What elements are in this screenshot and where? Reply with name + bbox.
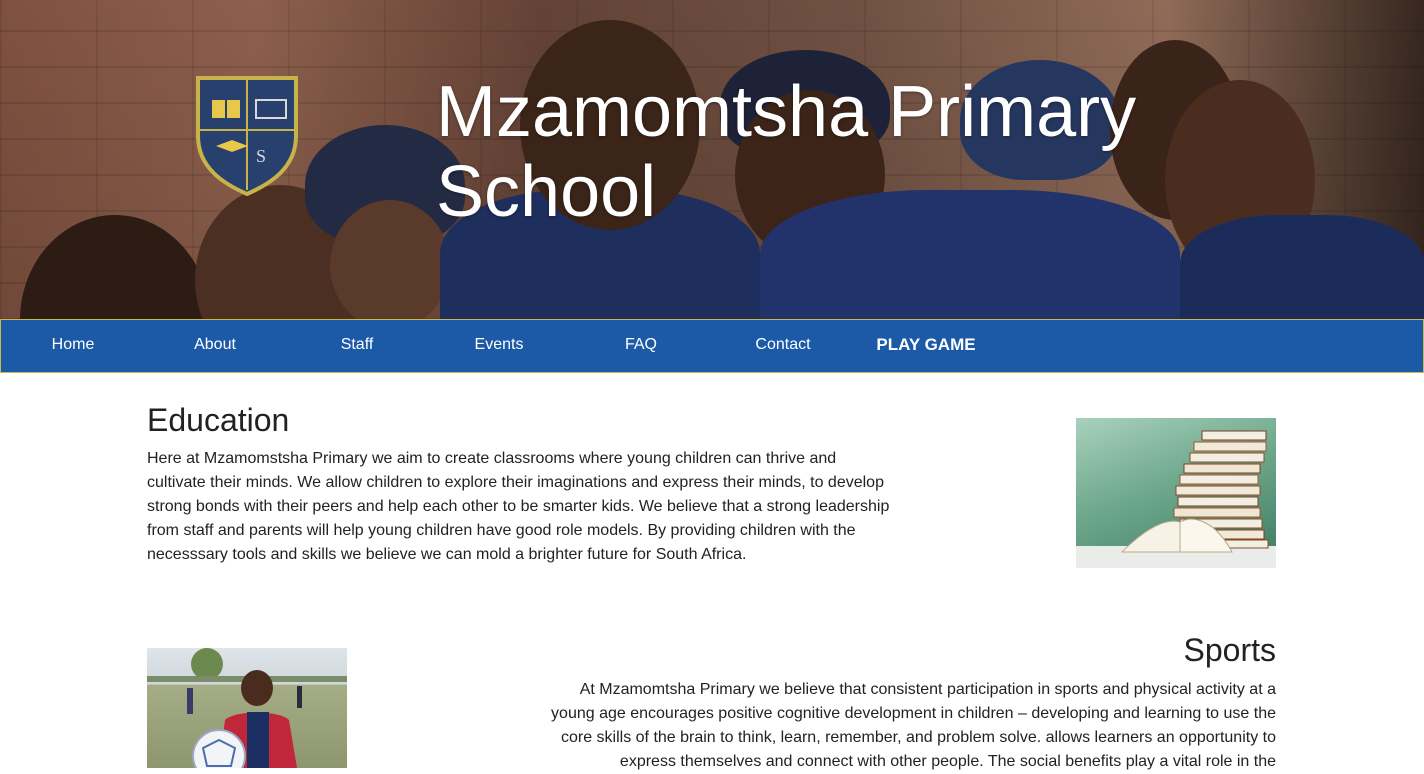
nav-contact[interactable]: Contact (723, 320, 843, 372)
education-text: Here at Mzamomstsha Primary we aim to cr… (147, 450, 890, 563)
books-image (1076, 418, 1276, 568)
nav-staff[interactable]: Staff (297, 320, 417, 372)
hero-banner: S Mzamomtsha Primary School (0, 0, 1424, 320)
hero-photo-child (20, 215, 210, 320)
nav-play-game[interactable]: PLAY GAME (866, 320, 986, 372)
sports-heading: Sports (1183, 632, 1276, 668)
sports-field-illustration (147, 648, 347, 768)
hero-photo-jacket (1180, 215, 1424, 320)
sports-image (147, 648, 347, 768)
hero-photo-child (330, 200, 450, 320)
site-title: Mzamomtsha Primary School (436, 72, 1137, 232)
main-navigation: Home About Staff Events FAQ Contact PLAY… (0, 319, 1424, 373)
nav-about[interactable]: About (155, 320, 275, 372)
nav-faq[interactable]: FAQ (581, 320, 701, 372)
books-stack-illustration (1076, 430, 1276, 568)
education-heading: Education (147, 402, 290, 438)
sports-text: At Mzamomtsha Primary we believe that co… (551, 681, 1276, 770)
nav-home[interactable]: Home (13, 320, 133, 372)
svg-text:S: S (256, 146, 266, 166)
school-crest-icon: S (196, 76, 298, 196)
nav-events[interactable]: Events (439, 320, 559, 372)
